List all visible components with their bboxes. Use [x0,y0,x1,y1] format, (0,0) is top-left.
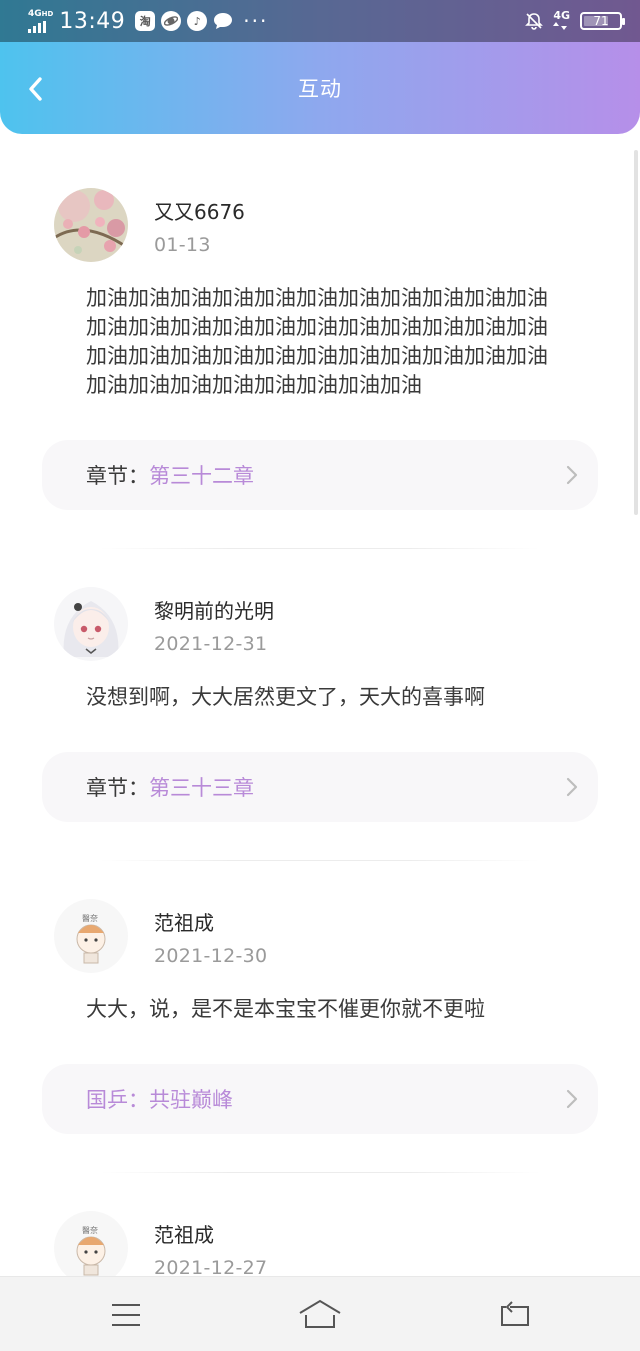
signal-indicator: 4GHD [28,9,53,33]
chapter-link[interactable]: 国乒： 共驻巅峰 [42,1064,598,1134]
commenter-name: 范祖成 [154,911,214,935]
home-button[interactable] [298,1295,342,1335]
chapter-name: 共驻巅峰 [149,1088,233,1112]
nav-bar: 互动 [0,42,640,134]
comment-text: 加油加油加油加油加油加油加油加油加油加油加油加油加油加油加油加油加油加油加油加油… [86,286,548,397]
avatar[interactable]: 醫奈 [54,1211,128,1276]
chapter-link[interactable]: 章节： 第三十三章 [42,752,598,822]
chapter-label: 章节： [86,776,149,800]
signal-bars-icon [28,20,53,33]
system-nav-bar [0,1276,640,1351]
comment-item: 醫奈 范祖成 2021-12-27 [0,1173,640,1276]
chevron-right-icon [566,465,578,485]
chat-icon [213,11,233,31]
more-notifications: ··· [243,9,269,33]
commenter-name: 又又6676 [154,200,245,224]
comment-item: 醫奈 范祖成 2021-12-30 大大，说，是不是本宝宝不催更你就不更啦 国乒… [0,861,640,1173]
taobao-icon: 淘 [135,11,156,31]
menu-button[interactable] [104,1295,148,1335]
bell-muted-icon [525,12,544,30]
chevron-right-icon [566,1089,578,1109]
battery-icon: 71 [580,12,625,30]
chapter-label: 章节： [86,464,149,488]
page-title: 互动 [298,77,342,101]
svg-text:醫奈: 醫奈 [82,913,98,923]
menu-icon [112,1304,140,1326]
chevron-left-icon [29,77,42,101]
network-indicator: 4G [553,10,570,32]
comment-text: 没想到啊，大大居然更文了，天大的喜事啊 [86,685,485,709]
avatar-anime-girl-image [54,587,128,661]
back-button[interactable] [18,72,52,106]
avatar-cartoon-image: 醫奈 [54,1211,128,1276]
commenter-name: 黎明前的光明 [154,599,274,623]
comment-list[interactable]: 又又6676 01-13 加油加油加油加油加油加油加油加油加油加油加油加油加油加… [0,150,640,1276]
avatar[interactable] [54,188,128,262]
comment-date: 2021-12-30 [154,945,268,967]
header: 4GHD 13:49 淘 ♪ ··· 4G 71 互动 [0,0,640,134]
chapter-link[interactable]: 章节： 第三十二章 [42,440,598,510]
svg-text:醫奈: 醫奈 [82,1225,98,1235]
clock: 13:49 [59,8,126,34]
planet-icon [161,11,182,31]
chapter-label: 国乒： [86,1088,149,1112]
comment-item: 又又6676 01-13 加油加油加油加油加油加油加油加油加油加油加油加油加油加… [0,150,640,549]
avatar[interactable]: 醫奈 [54,899,128,973]
commenter-name: 范祖成 [154,1223,214,1247]
status-bar: 4GHD 13:49 淘 ♪ ··· 4G 71 [0,0,640,42]
chapter-name: 第三十二章 [149,464,254,488]
interaction-page: 4GHD 13:49 淘 ♪ ··· 4G 71 互动 又又6676 01-13… [0,0,640,1351]
avatar[interactable] [54,587,128,661]
comment-date: 2021-12-27 [154,1257,268,1276]
chapter-name: 第三十三章 [149,776,254,800]
back-icon [501,1301,529,1326]
back-nav-button[interactable] [494,1295,538,1335]
comment-date: 01-13 [154,234,211,256]
chevron-right-icon [566,777,578,797]
music-icon: ♪ [187,11,208,31]
avatar-cartoon-image: 醫奈 [54,899,128,973]
comment-item: 黎明前的光明 2021-12-31 没想到啊，大大居然更文了，天大的喜事啊 章节… [0,549,640,861]
avatar-flowers-image [54,188,128,262]
home-icon [299,1299,341,1328]
comment-date: 2021-12-31 [154,633,268,655]
comment-text: 大大，说，是不是本宝宝不催更你就不更啦 [86,997,485,1021]
